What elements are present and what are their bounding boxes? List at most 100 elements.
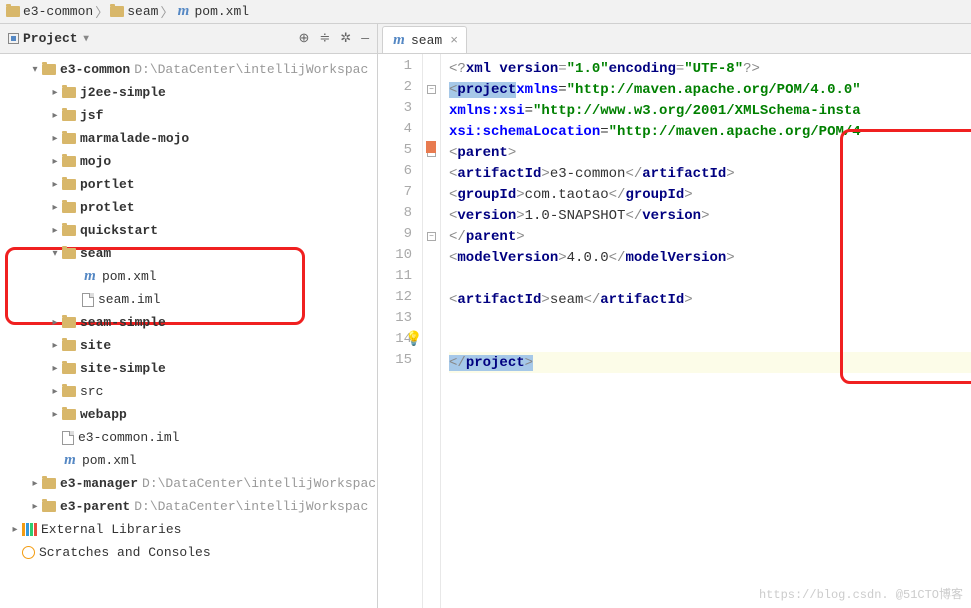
breadcrumb-item[interactable]: m pom.xml bbox=[175, 3, 249, 20]
expand-icon[interactable]: ▸ bbox=[48, 363, 62, 375]
tree-item[interactable]: e3-common.iml bbox=[0, 426, 377, 449]
tree-label: External Libraries bbox=[41, 522, 181, 537]
tree-item[interactable]: ▸marmalade-mojo bbox=[0, 127, 377, 150]
expand-icon[interactable]: ▸ bbox=[48, 202, 62, 214]
tree-item[interactable]: mpom.xml bbox=[0, 449, 377, 472]
tree-item[interactable]: ▸ portlet bbox=[0, 173, 377, 196]
project-sidebar: Project ▾ ⊕ ≑ ✲ — ▾e3-commonD:\DataCente… bbox=[0, 24, 378, 608]
tree-item[interactable]: Scratches and Consoles bbox=[0, 541, 377, 564]
tree-item[interactable]: ▸e3-managerD:\DataCenter\intellijWorkspa… bbox=[0, 472, 377, 495]
expand-icon[interactable]: ▸ bbox=[48, 133, 62, 145]
code-editor[interactable]: 123456789101112131415 −−− 💡 <?xml versio… bbox=[378, 54, 971, 608]
tree-label: portlet bbox=[80, 177, 135, 192]
code-line[interactable]: xmlns:xsi="http://www.w3.org/2001/XMLSch… bbox=[449, 100, 971, 121]
maven-icon: m bbox=[175, 3, 191, 20]
tree-label: site-simple bbox=[80, 361, 166, 376]
tree-item[interactable]: ▸site bbox=[0, 334, 377, 357]
close-icon[interactable]: × bbox=[450, 33, 458, 48]
breadcrumb-item[interactable]: e3-common bbox=[6, 4, 93, 19]
fold-gutter[interactable]: −−− bbox=[423, 54, 441, 608]
collapse-icon[interactable]: ≑ bbox=[319, 31, 330, 46]
tree-label: seam-simple bbox=[80, 315, 166, 330]
library-icon bbox=[22, 523, 37, 536]
expand-icon[interactable]: ▸ bbox=[48, 87, 62, 99]
minimize-icon[interactable]: — bbox=[361, 31, 369, 46]
folder-icon bbox=[62, 87, 76, 98]
tree-label: webapp bbox=[80, 407, 127, 422]
expand-icon[interactable]: ▸ bbox=[48, 386, 62, 398]
tree-item[interactable]: ▸src bbox=[0, 380, 377, 403]
expand-icon[interactable]: ▸ bbox=[28, 478, 42, 490]
tab-seam[interactable]: m seam × bbox=[382, 26, 467, 53]
expand-icon[interactable]: ▸ bbox=[28, 501, 42, 513]
code-content[interactable]: 💡 <?xml version="1.0" encoding="UTF-8"?>… bbox=[441, 54, 971, 608]
folder-icon bbox=[62, 386, 76, 397]
sidebar-header: Project ▾ ⊕ ≑ ✲ — bbox=[0, 24, 377, 54]
tree-item[interactable]: ▸ webapp bbox=[0, 403, 377, 426]
code-line[interactable]: </project> bbox=[449, 352, 971, 373]
code-line[interactable]: <artifactId>seam</artifactId> bbox=[449, 289, 971, 310]
expand-icon[interactable]: ▸ bbox=[8, 524, 22, 536]
expand-icon[interactable]: ▸ bbox=[48, 340, 62, 352]
maven-icon: m bbox=[82, 268, 98, 285]
tree-item[interactable]: ▸ jsf bbox=[0, 104, 377, 127]
tree-item[interactable]: ▾seam bbox=[0, 242, 377, 265]
code-line[interactable]: <project xmlns="http://maven.apache.org/… bbox=[449, 79, 971, 100]
code-line[interactable]: <artifactId>e3-common</artifactId> bbox=[449, 163, 971, 184]
tree-item[interactable]: seam.iml bbox=[0, 288, 377, 311]
folder-icon bbox=[62, 248, 76, 259]
tree-label: seam.iml bbox=[98, 292, 160, 307]
tree-item[interactable]: ▸mojo bbox=[0, 150, 377, 173]
expand-icon[interactable]: ▸ bbox=[48, 317, 62, 329]
breadcrumb-item[interactable]: seam bbox=[110, 4, 158, 19]
expand-icon[interactable]: ▾ bbox=[48, 248, 62, 260]
folder-icon bbox=[62, 202, 76, 213]
code-line[interactable]: <parent> bbox=[449, 142, 971, 163]
folder-icon bbox=[62, 409, 76, 420]
code-line[interactable]: <version>1.0-SNAPSHOT</version> bbox=[449, 205, 971, 226]
folder-icon bbox=[110, 6, 124, 17]
tree-item[interactable]: m pom.xml bbox=[0, 265, 377, 288]
tree-item[interactable]: ▸e3-parentD:\DataCenter\intellijWorkspac bbox=[0, 495, 377, 518]
editor-area: m seam × 123456789101112131415 −−− 💡 <?x… bbox=[378, 24, 971, 608]
tree-label: e3-common bbox=[60, 62, 130, 77]
expand-icon[interactable]: ▾ bbox=[28, 64, 42, 76]
code-line[interactable] bbox=[449, 268, 971, 289]
expand-icon[interactable]: ▸ bbox=[48, 179, 62, 191]
folder-icon bbox=[62, 317, 76, 328]
expand-icon[interactable]: ▸ bbox=[48, 409, 62, 421]
fold-icon[interactable]: − bbox=[427, 232, 436, 241]
tree-label: pom.xml bbox=[102, 269, 157, 284]
code-line[interactable] bbox=[449, 331, 971, 352]
folder-icon bbox=[62, 156, 76, 167]
code-line[interactable]: <groupId>com.taotao</groupId> bbox=[449, 184, 971, 205]
folder-icon bbox=[6, 6, 20, 17]
code-line[interactable]: </parent> bbox=[449, 226, 971, 247]
code-line[interactable]: <modelVersion>4.0.0</modelVersion> bbox=[449, 247, 971, 268]
gear-icon[interactable]: ✲ bbox=[340, 31, 351, 46]
project-tree[interactable]: ▾e3-commonD:\DataCenter\intellijWorkspac… bbox=[0, 54, 377, 608]
tree-item[interactable]: ▸ j2ee-simple bbox=[0, 81, 377, 104]
expand-icon[interactable]: ▸ bbox=[48, 156, 62, 168]
tree-item[interactable]: ▸protlet bbox=[0, 196, 377, 219]
code-line[interactable] bbox=[449, 310, 971, 331]
editor-tabs: m seam × bbox=[378, 24, 971, 54]
tree-item[interactable]: ▸ External Libraries bbox=[0, 518, 377, 541]
tree-item[interactable]: ▸ site-simple bbox=[0, 357, 377, 380]
tree-label: Scratches and Consoles bbox=[39, 545, 211, 560]
bulb-icon[interactable]: 💡 bbox=[405, 331, 422, 348]
tree-label: jsf bbox=[80, 108, 103, 123]
code-line[interactable]: <?xml version="1.0" encoding="UTF-8"?> bbox=[449, 58, 971, 79]
expand-icon[interactable]: ▸ bbox=[48, 225, 62, 237]
code-line[interactable]: xsi:schemaLocation="http://maven.apache.… bbox=[449, 121, 971, 142]
expand-icon[interactable]: ▸ bbox=[48, 110, 62, 122]
sidebar-title[interactable]: Project ▾ bbox=[8, 31, 89, 46]
tree-label: j2ee-simple bbox=[80, 85, 166, 100]
target-icon[interactable]: ⊕ bbox=[298, 31, 309, 46]
fold-icon[interactable]: − bbox=[427, 85, 436, 94]
folder-icon bbox=[42, 64, 56, 75]
tree-item[interactable]: ▸quickstart bbox=[0, 219, 377, 242]
folder-icon bbox=[62, 225, 76, 236]
tree-item[interactable]: ▸ seam-simple bbox=[0, 311, 377, 334]
tree-item[interactable]: ▾e3-commonD:\DataCenter\intellijWorkspac bbox=[0, 58, 377, 81]
